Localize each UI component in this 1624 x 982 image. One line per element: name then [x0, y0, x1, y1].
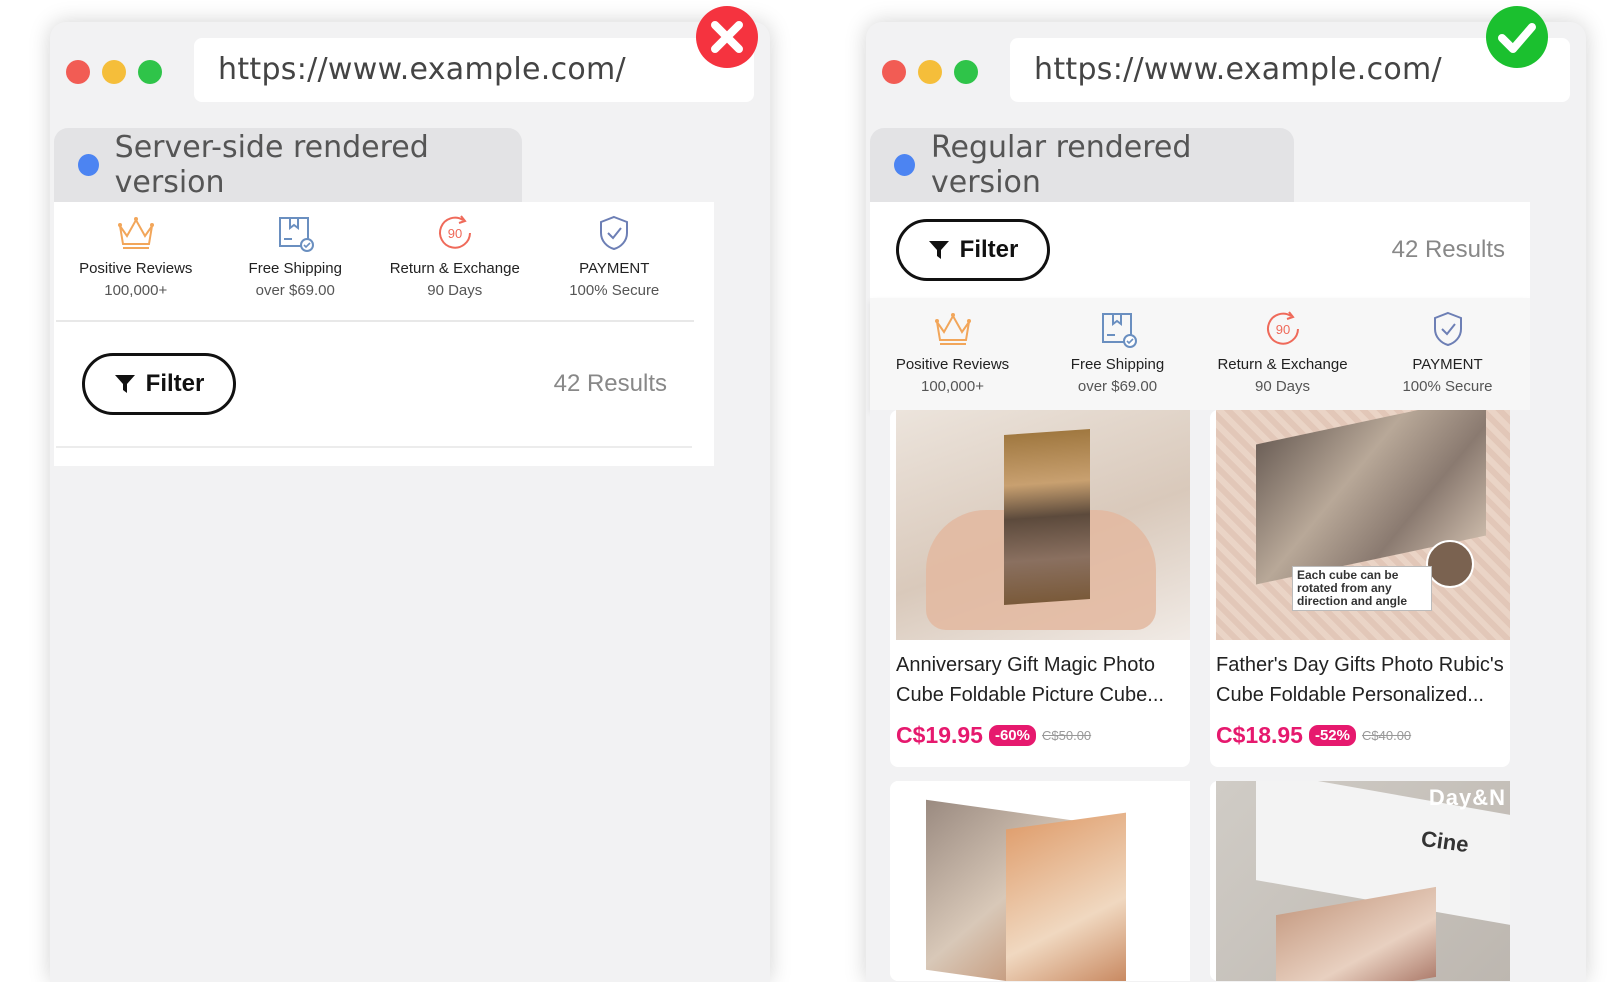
product-image[interactable]: [896, 410, 1190, 640]
minimize-window-dot[interactable]: [918, 60, 942, 84]
filter-row: Filter 42 Results: [870, 202, 1530, 298]
feature-payment: PAYMENT 100% Secure: [1365, 298, 1530, 410]
shipping-box-icon: [1101, 313, 1137, 348]
feature-subtitle: 100% Secure: [1402, 378, 1493, 395]
feature-title: Free Shipping: [1070, 356, 1165, 373]
x-mark-glyph: [711, 21, 743, 53]
feature-reviews: Positive Reviews 100,000+: [56, 202, 216, 320]
funnel-icon: [114, 375, 135, 393]
crown-icon: [117, 217, 154, 249]
product-title[interactable]: Father's Day Gifts Photo Rubic's Cube Fo…: [1210, 640, 1510, 710]
product-card[interactable]: Day&N Cine: [1210, 781, 1510, 981]
price-row: C$19.95 -60% C$50.00: [890, 710, 1190, 767]
minimize-window-dot[interactable]: [102, 60, 126, 84]
feature-strip: Positive Reviews 100,000+ Free Shipping …: [56, 202, 694, 322]
page-content: Filter 42 Results Positive Reviews 100,0…: [870, 202, 1560, 982]
feature-payment: PAYMENT 100% Secure: [535, 202, 695, 320]
feature-subtitle: over $69.00: [1077, 378, 1158, 395]
product-grid-row-2: Day&N Cine: [870, 781, 1530, 981]
feature-shipping: Free Shipping over $69.00: [1035, 298, 1200, 410]
price-row: C$18.95 -52% C$40.00: [1210, 710, 1510, 767]
tab-label: Regular rendered version: [931, 130, 1192, 200]
scrollbar-track[interactable]: [714, 202, 742, 982]
return-90-icon: 90: [438, 215, 471, 249]
tab-favicon-dot: [78, 154, 99, 176]
original-price: C$40.00: [1362, 728, 1412, 743]
server-side-browser-window: https://www.example.com/ Server-side ren…: [50, 22, 770, 982]
product-price: C$18.95: [1216, 722, 1303, 748]
feature-title: Return & Exchange: [1217, 356, 1348, 373]
feature-subtitle: 90 Days: [427, 282, 483, 299]
feature-subtitle: 100,000+: [104, 282, 168, 299]
feature-subtitle: over $69.00: [255, 282, 335, 299]
browser-tab[interactable]: Server-side rendered version: [54, 128, 522, 202]
feature-title: Positive Reviews: [895, 356, 1010, 373]
scrollbar-track[interactable]: [1530, 202, 1558, 982]
tab-favicon-dot: [894, 154, 916, 176]
close-window-dot[interactable]: [882, 60, 906, 84]
close-window-dot[interactable]: [66, 60, 90, 84]
crown-icon: [934, 313, 971, 345]
product-price: C$19.95: [896, 722, 983, 748]
maximize-window-dot[interactable]: [954, 60, 978, 84]
results-count: 42 Results: [1391, 236, 1505, 263]
filter-row: Filter 42 Results: [56, 322, 692, 448]
feature-subtitle: 90 Days: [1254, 378, 1311, 395]
svg-text:90: 90: [1275, 322, 1289, 337]
discount-badge: -60%: [988, 725, 1036, 746]
address-bar[interactable]: https://www.example.com/: [194, 38, 754, 102]
discount-badge: -52%: [1308, 725, 1356, 746]
shipping-box-icon: [279, 217, 315, 252]
product-image[interactable]: [896, 781, 1190, 981]
product-title[interactable]: Anniversary Gift Magic Photo Cube Foldab…: [890, 640, 1190, 710]
feature-subtitle: 100,000+: [921, 378, 984, 395]
x-mark-icon: [696, 6, 758, 68]
product-card[interactable]: [890, 781, 1190, 981]
product-card[interactable]: Anniversary Gift Magic Photo Cube Foldab…: [890, 410, 1190, 767]
feature-title: PAYMENT: [1412, 356, 1483, 373]
maximize-window-dot[interactable]: [138, 60, 162, 84]
feature-reviews: Positive Reviews 100,000+: [870, 298, 1035, 410]
shield-check-icon: [600, 215, 629, 251]
image-caption: Each cube can be rotated from any direct…: [1292, 566, 1432, 611]
filter-label: Filter: [145, 370, 205, 397]
product-image[interactable]: Day&N Cine: [1216, 781, 1510, 981]
window-controls: [66, 60, 162, 84]
page-content: Positive Reviews 100,000+ Free Shipping …: [54, 202, 744, 982]
return-90-icon: 90: [1266, 311, 1299, 345]
filter-label: Filter: [959, 236, 1019, 263]
product-card[interactable]: Each cube can be rotated from any direct…: [1210, 410, 1510, 767]
feature-title: Positive Reviews: [79, 260, 193, 277]
feature-shipping: Free Shipping over $69.00: [216, 202, 376, 320]
regular-browser-window: https://www.example.com/ Regular rendere…: [866, 22, 1586, 982]
feature-strip: Positive Reviews 100,000+ Free Shipping …: [870, 298, 1530, 410]
feature-title: Free Shipping: [248, 260, 342, 277]
shield-check-icon: [1433, 311, 1462, 347]
filter-button[interactable]: Filter: [82, 353, 236, 415]
browser-tab[interactable]: Regular rendered version: [870, 128, 1294, 202]
results-count: 42 Results: [553, 370, 667, 397]
product-image[interactable]: Each cube can be rotated from any direct…: [1216, 410, 1510, 640]
tab-label: Server-side rendered version: [114, 130, 429, 200]
feature-title: Return & Exchange: [389, 260, 520, 277]
svg-text:90: 90: [448, 226, 462, 241]
check-mark-icon: [1486, 6, 1548, 68]
window-controls: [882, 60, 978, 84]
original-price: C$50.00: [1042, 728, 1092, 743]
feature-return: 90 Return & Exchange 90 Days: [375, 202, 535, 320]
filter-button[interactable]: Filter: [896, 219, 1050, 281]
packaging-text: Day&N: [1428, 785, 1506, 810]
product-grid: Anniversary Gift Magic Photo Cube Foldab…: [870, 410, 1530, 767]
feature-title: PAYMENT: [579, 260, 650, 277]
feature-return: 90 Return & Exchange 90 Days: [1200, 298, 1365, 410]
funnel-icon: [928, 241, 949, 259]
feature-subtitle: 100% Secure: [569, 282, 660, 299]
check-mark-glyph: [1498, 23, 1536, 53]
